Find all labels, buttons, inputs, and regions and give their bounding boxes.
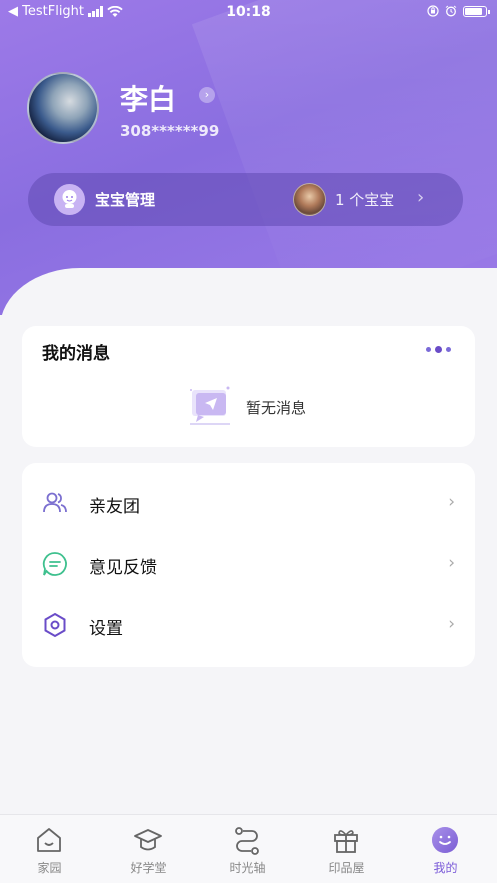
baby-count: 1 个宝宝 (335, 191, 395, 209)
tab-label: 时光轴 (229, 861, 266, 875)
chevron-right-icon: › (448, 492, 455, 512)
settings-icon (44, 612, 66, 638)
user-name[interactable]: 李白 (120, 78, 176, 118)
chevron-right-icon: › (448, 614, 455, 634)
clock: 10:18 (226, 4, 271, 20)
friends-icon (43, 492, 67, 513)
chevron-right-icon: › (448, 553, 455, 573)
graduation-cap-icon (134, 829, 162, 851)
header-curve (0, 268, 497, 328)
tab-label: 家园 (37, 861, 62, 875)
chevron-right-icon: › (417, 187, 425, 208)
timeline-icon (235, 827, 259, 855)
tab-label: 好学堂 (130, 861, 167, 875)
profile-chevron-icon[interactable]: › (199, 87, 215, 103)
messages-card: 我的消息 暂无消息 (22, 326, 475, 447)
messages-title: 我的消息 (42, 344, 110, 364)
more-icon[interactable] (426, 346, 451, 353)
menu-item-feedback[interactable]: 意见反馈 › (22, 534, 475, 595)
tab-timeline[interactable]: 时光轴 (198, 815, 297, 883)
tab-home[interactable]: 家园 (0, 815, 99, 883)
tab-label: 我的 (433, 861, 458, 875)
menu-card: 亲友团 › 意见反馈 › 设置 › (22, 463, 475, 667)
empty-message-icon (190, 386, 230, 425)
battery-icon (463, 5, 490, 17)
feedback-icon (42, 552, 67, 576)
tab-print-shop[interactable]: 印品屋 (297, 815, 396, 883)
menu-item-label: 亲友团 (89, 497, 140, 517)
tab-school[interactable]: 好学堂 (99, 815, 198, 883)
status-bar: ◀ TestFlight 10:18 (0, 0, 497, 26)
menu-item-label: 设置 (89, 619, 123, 639)
baby-icon (54, 184, 85, 215)
empty-message-text: 暂无消息 (246, 399, 307, 417)
menu-item-friends[interactable]: 亲友团 › (22, 473, 475, 534)
gift-icon (334, 830, 358, 853)
profile-icon (432, 827, 458, 853)
alarm-icon (445, 5, 457, 17)
user-phone: 308******99 (120, 122, 220, 140)
baby-avatar (293, 183, 326, 216)
menu-item-label: 意见反馈 (89, 558, 157, 578)
tab-label: 印品屋 (328, 861, 365, 875)
tab-mine[interactable]: 我的 (396, 815, 495, 883)
orientation-lock-icon (427, 5, 439, 17)
home-icon (37, 828, 61, 852)
tab-bar: 家园 好学堂 时光轴 印品屋 我的 (0, 814, 497, 883)
baby-management-bar[interactable]: 宝宝管理 1 个宝宝 › (28, 173, 463, 226)
menu-item-settings[interactable]: 设置 › (22, 595, 475, 656)
baby-management-label: 宝宝管理 (95, 191, 156, 209)
user-avatar[interactable] (27, 72, 99, 144)
